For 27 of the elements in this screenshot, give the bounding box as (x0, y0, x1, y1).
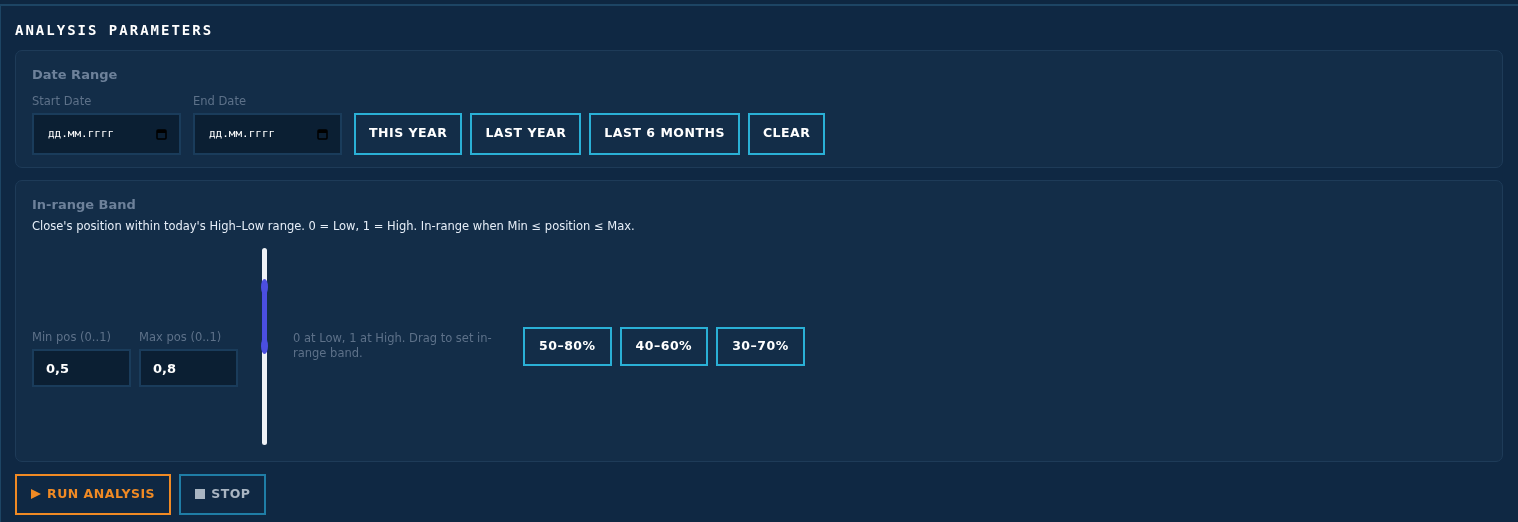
field-label: Start Date (32, 92, 93, 110)
section-title: ANALYSIS PARAMETERS (15, 21, 215, 40)
stop-button[interactable]: STOP (179, 473, 267, 515)
stop-icon (195, 489, 206, 499)
preset-button[interactable]: THIS YEAR (354, 112, 463, 155)
preset-button[interactable]: 30–70% (716, 326, 805, 366)
card-heading: In-range Band (32, 195, 137, 214)
card-heading: Date Range (32, 66, 119, 84)
slider-thumb[interactable] (261, 278, 268, 295)
play-icon (31, 489, 41, 499)
slider-thumb[interactable] (261, 338, 268, 354)
run-button[interactable]: RUN ANALYSIS (15, 473, 172, 515)
preset-button[interactable]: LAST YEAR (470, 112, 582, 155)
field-label: Min pos (0..1) (32, 328, 112, 346)
description-text: Close's position within today's High–Low range. 0 = Low, 1 = High. In-range when Min ≤ position ≤ Max. (32, 218, 636, 236)
slider-track[interactable] (262, 247, 267, 445)
preset-button[interactable]: 50–80% (523, 326, 612, 366)
number-field[interactable]: 0,8 (139, 349, 238, 388)
field-label: End Date (193, 92, 247, 110)
field-label: Max pos (0..1) (139, 328, 223, 346)
preset-button[interactable]: LAST 6 MONTHS (589, 112, 740, 155)
date-field[interactable]: дд.мм.гггг (193, 112, 342, 155)
date-field[interactable]: дд.мм.гггг (32, 112, 181, 155)
number-field[interactable]: 0,5 (32, 349, 131, 388)
preset-button[interactable]: 40–60% (619, 326, 709, 366)
hint-text: 0 at Low, 1 at High. Drag to set in-range band. (293, 331, 493, 361)
preset-button[interactable]: CLEAR (747, 112, 826, 155)
